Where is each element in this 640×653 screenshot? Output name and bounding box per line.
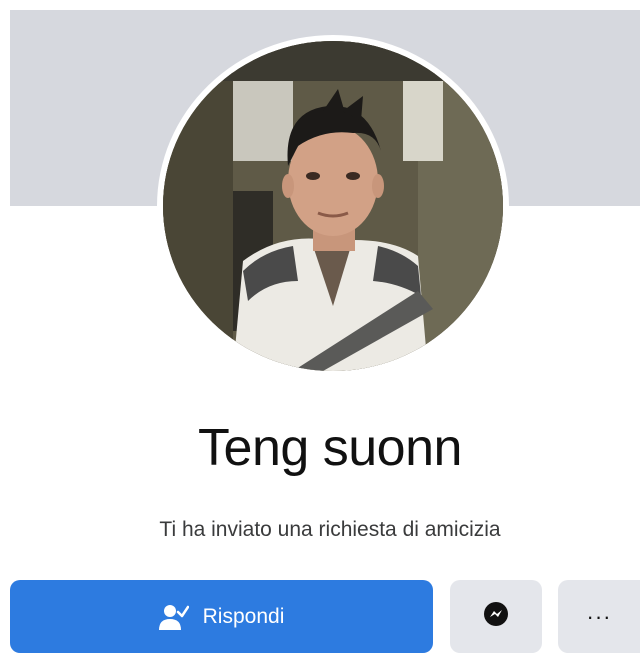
friend-request-message: Ti ha inviato una richiesta di amicizia [159,518,501,541]
message-button[interactable] [450,580,542,653]
more-dots-icon: ··· [586,603,612,629]
respond-button[interactable]: Rispondi [10,580,433,653]
respond-button-label: Rispondi [202,604,285,628]
person-check-icon [158,604,189,630]
profile-picture[interactable] [163,41,503,371]
messenger-icon [482,600,510,633]
profile-name[interactable]: Teng suonn [0,418,640,478]
profile-photo-image [163,41,503,371]
more-options-button[interactable]: ··· [558,580,640,653]
